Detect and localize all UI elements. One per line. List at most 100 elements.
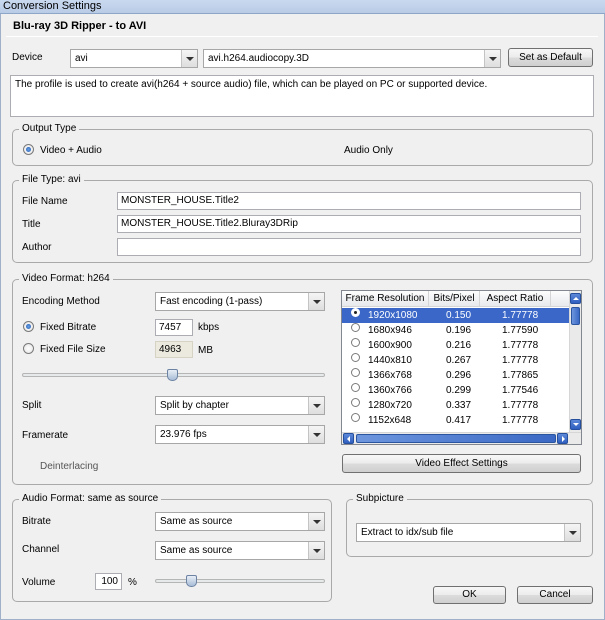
ok-button[interactable]: OK <box>433 586 506 604</box>
cell-resolution: 1152x648 <box>368 415 412 426</box>
table-row[interactable]: 1600x900 0.216 1.77778 <box>342 338 571 353</box>
table-row[interactable]: 1152x648 0.417 1.77778 <box>342 413 571 428</box>
fixed-bitrate-label[interactable]: Fixed Bitrate <box>40 322 96 333</box>
chevron-down-icon[interactable] <box>308 542 324 559</box>
cancel-button[interactable]: Cancel <box>517 586 593 604</box>
cell-resolution: 1600x900 <box>368 340 412 351</box>
bitrate-input[interactable]: 7457 <box>155 319 193 336</box>
cell-resolution: 1360x766 <box>368 385 412 396</box>
table-vertical-scrollbar[interactable] <box>569 291 581 432</box>
chevron-down-icon[interactable] <box>308 513 324 530</box>
table-row[interactable]: 1360x766 0.299 1.77546 <box>342 383 571 398</box>
encoding-method-value: Fast encoding (1-pass) <box>160 296 263 307</box>
fixed-file-size-label[interactable]: Fixed File Size <box>40 344 106 355</box>
title-input[interactable]: MONSTER_HOUSE.Title2.Bluray3DRip <box>117 215 581 233</box>
volume-label: Volume <box>22 577 56 588</box>
title-label: Title <box>22 219 41 230</box>
cell-resolution: 1366x768 <box>368 370 412 381</box>
profile-description-text: The profile is used to create avi(h264 +… <box>15 79 488 90</box>
file-type-legend: File Type: avi <box>19 174 84 186</box>
framerate-select[interactable]: 23.976 fps <box>155 425 325 444</box>
volume-slider-track[interactable] <box>155 579 325 583</box>
table-row[interactable]: 1280x720 0.337 1.77778 <box>342 398 571 413</box>
author-label: Author <box>22 242 52 253</box>
dialog-subtitle: Blu-ray 3D Ripper - to AVI <box>13 20 147 32</box>
table-row[interactable]: 1920x1080 0.150 1.77778 <box>342 308 571 323</box>
cell-aspect-ratio: 1.77778 <box>502 400 539 411</box>
table-row[interactable]: 1680x946 0.196 1.77590 <box>342 323 571 338</box>
row-radio-icon[interactable] <box>351 383 360 392</box>
subpicture-value: Extract to idx/sub file <box>361 527 454 538</box>
profile-select-value: avi.h264.audiocopy.3D <box>208 53 309 64</box>
row-radio-icon[interactable] <box>351 398 360 407</box>
split-select[interactable]: Split by chapter <box>155 396 325 415</box>
cell-aspect-ratio: 1.77778 <box>502 340 539 351</box>
row-radio-icon[interactable] <box>351 323 360 332</box>
volume-input[interactable]: 100 <box>95 573 122 590</box>
cell-resolution: 1920x1080 <box>368 310 418 321</box>
audio-bitrate-select[interactable]: Same as source <box>155 512 325 531</box>
row-radio-icon[interactable] <box>351 353 360 362</box>
chevron-down-icon[interactable] <box>564 524 580 541</box>
file-size-unit: MB <box>198 345 213 356</box>
audio-bitrate-value: Same as source <box>160 516 233 527</box>
row-radio-icon[interactable] <box>351 308 360 317</box>
split-label: Split <box>22 400 42 411</box>
framerate-label: Framerate <box>22 430 69 441</box>
scroll-left-icon[interactable] <box>343 433 354 444</box>
cell-bits-per-pixel: 0.216 <box>446 340 472 351</box>
table-row[interactable]: 1440x810 0.267 1.77778 <box>342 353 571 368</box>
volume-slider-thumb[interactable] <box>186 575 197 587</box>
set-as-default-button[interactable]: Set as Default <box>508 48 593 67</box>
fixed-file-size-radio[interactable] <box>23 343 34 354</box>
cell-bits-per-pixel: 0.337 <box>446 400 472 411</box>
chevron-down-icon[interactable] <box>308 397 324 414</box>
chevron-down-icon[interactable] <box>181 50 197 67</box>
column-aspect-ratio[interactable]: Aspect Ratio <box>480 291 551 307</box>
video-audio-label[interactable]: Video + Audio <box>40 145 102 156</box>
video-effect-settings-button[interactable]: Video Effect Settings <box>342 454 581 473</box>
scroll-up-icon[interactable] <box>570 293 581 304</box>
video-audio-radio[interactable] <box>23 144 34 155</box>
author-input[interactable] <box>117 238 581 256</box>
device-select[interactable]: avi <box>70 49 198 68</box>
header-divider <box>6 36 598 37</box>
file-name-input[interactable]: MONSTER_HOUSE.Title2 <box>117 192 581 210</box>
audio-format-legend: Audio Format: same as source <box>19 493 162 505</box>
cell-aspect-ratio: 1.77778 <box>502 310 539 321</box>
table-horizontal-scrollbar[interactable] <box>342 432 581 444</box>
column-bits-per-pixel[interactable]: Bits/Pixel <box>429 291 480 307</box>
window-title: Conversion Settings <box>3 0 102 12</box>
profile-select[interactable]: avi.h264.audiocopy.3D <box>203 49 501 68</box>
chevron-down-icon[interactable] <box>308 426 324 443</box>
subpicture-select[interactable]: Extract to idx/sub file <box>356 523 581 542</box>
audio-bitrate-label: Bitrate <box>22 516 51 527</box>
deinterlacing-label[interactable]: Deinterlacing <box>40 461 98 472</box>
cell-bits-per-pixel: 0.267 <box>446 355 472 366</box>
table-row[interactable]: 1366x768 0.296 1.77865 <box>342 368 571 383</box>
resolution-table[interactable]: Frame Resolution Bits/Pixel Aspect Ratio… <box>341 290 582 445</box>
resolution-table-header: Frame Resolution Bits/Pixel Aspect Ratio <box>342 291 571 307</box>
volume-unit: % <box>128 577 137 588</box>
scroll-down-icon[interactable] <box>570 419 581 430</box>
vertical-scroll-thumb[interactable] <box>571 307 580 325</box>
row-radio-icon[interactable] <box>351 338 360 347</box>
channel-select[interactable]: Same as source <box>155 541 325 560</box>
cell-bits-per-pixel: 0.196 <box>446 325 472 336</box>
chevron-down-icon[interactable] <box>484 50 500 67</box>
scroll-right-icon[interactable] <box>557 433 568 444</box>
fixed-bitrate-radio[interactable] <box>23 321 34 332</box>
row-radio-icon[interactable] <box>351 413 360 422</box>
column-frame-resolution[interactable]: Frame Resolution <box>342 291 429 307</box>
chevron-down-icon[interactable] <box>308 293 324 310</box>
cell-resolution: 1680x946 <box>368 325 412 336</box>
framerate-value: 23.976 fps <box>160 429 207 440</box>
encoding-method-select[interactable]: Fast encoding (1-pass) <box>155 292 325 311</box>
horizontal-scroll-thumb[interactable] <box>356 434 556 443</box>
cell-bits-per-pixel: 0.150 <box>446 310 472 321</box>
quality-slider-thumb[interactable] <box>167 369 178 381</box>
audio-only-label[interactable]: Audio Only <box>344 145 393 156</box>
row-radio-icon[interactable] <box>351 368 360 377</box>
encoding-method-label: Encoding Method <box>22 296 100 307</box>
title-bar: Conversion Settings <box>0 0 605 14</box>
